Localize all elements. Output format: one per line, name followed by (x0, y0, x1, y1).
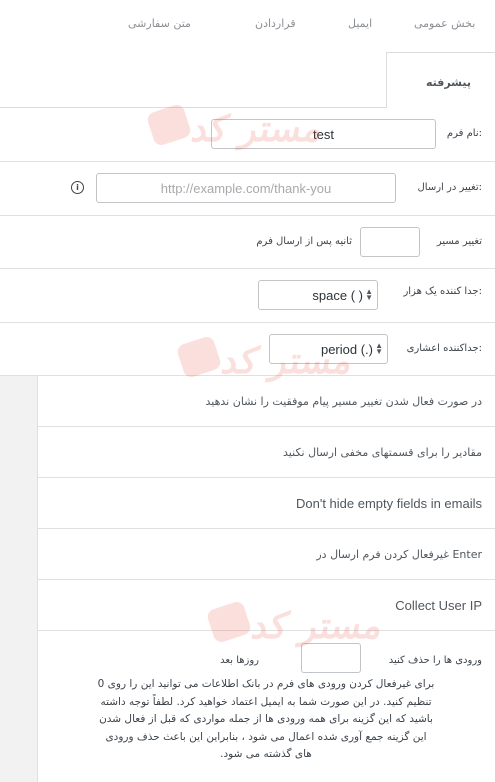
toggle-row-empty-fields[interactable]: Don't hide empty fields in emails (38, 478, 495, 529)
redirect-url-label: تغییر در ارسال: (417, 182, 482, 193)
delete-entries-label: ورودی ها را حذف کنید (388, 655, 482, 666)
tab-contracts[interactable]: قراردادن (255, 17, 296, 30)
decimal-separator-row: جداکننده اعشاری: period (.) ▲ ▼ (0, 323, 495, 376)
toggle-row-hidden-fields[interactable]: مقادیر را برای قسمتهای مخفی ارسال نکنید (38, 427, 495, 478)
toggle-label-empty-fields: Don't hide empty fields in emails (295, 496, 482, 511)
help-line: باشید که این گزینه برای همه ورودی ها از … (99, 713, 433, 725)
help-line: های گذشته می شود. (220, 748, 312, 760)
delete-entries-days-input[interactable] (301, 643, 361, 673)
toggle-row-enter-submit[interactable]: غیرفعال کردن فرم ارسال در Enter (38, 529, 495, 580)
help-line: تنظیم کنید. در این صورت شما به ایمیل اعت… (100, 695, 432, 708)
form-name-label: نام فرم: (446, 128, 482, 139)
help-line: برای غیرفعال کردن ورودی های فرم در بانک … (97, 678, 435, 690)
delete-entries-help: برای غیرفعال کردن ورودی های فرم در بانک … (46, 676, 486, 764)
toggle-row-hide-success[interactable]: در صورت فعال شدن تغییر مسیر پیام موفقیت … (38, 376, 495, 427)
tab-advanced-label: پیشرفته (425, 76, 471, 89)
tab-bar: متن سفارشی قراردادن ایمیل بخش عمومی (0, 0, 495, 50)
tab-advanced[interactable]: پیشرفته (386, 52, 495, 108)
form-name-input[interactable] (211, 119, 436, 149)
toggle-label-collect-ip: Collect User IP (395, 598, 482, 613)
redirect-delay-row: تغییر مسیر ثانیه پس از ارسال فرم (0, 216, 495, 269)
info-icon[interactable]: i (71, 181, 84, 194)
tab-custom-text[interactable]: متن سفارشی (128, 17, 191, 30)
tab-general[interactable]: بخش عمومی (414, 17, 475, 30)
select-arrows-icon: ▲ ▼ (375, 341, 383, 356)
redirect-delay-suffix: ثانیه پس از ارسال فرم (256, 236, 352, 247)
form-name-row: نام فرم: (0, 108, 495, 162)
delete-entries-suffix: روزها بعد (220, 655, 259, 666)
toggle-row-collect-ip[interactable]: Collect User IP (38, 580, 495, 631)
thousand-separator-label: جدا کننده یک هزار: (403, 286, 482, 297)
thousand-separator-value: space ( ) (312, 288, 363, 303)
decimal-separator-select[interactable]: period (.) ▲ ▼ (269, 334, 388, 364)
decimal-separator-label: جداکننده اعشاری: (406, 343, 482, 354)
decimal-separator-value: period (.) (320, 342, 373, 357)
redirect-url-input[interactable] (96, 173, 396, 203)
help-line: این گزینه جمع آوری شده اعمال می شود ، بن… (105, 730, 427, 743)
select-arrows-icon: ▲ ▼ (365, 287, 373, 302)
tab-email[interactable]: ایمیل (348, 17, 372, 30)
thousand-separator-select[interactable]: space ( ) ▲ ▼ (258, 280, 378, 310)
toggle-label-hide-success: در صورت فعال شدن تغییر مسیر پیام موفقیت … (205, 395, 482, 408)
thousand-separator-row: جدا کننده یک هزار: space ( ) ▲ ▼ (0, 269, 495, 323)
redirect-delay-label: تغییر مسیر (436, 236, 482, 247)
redirect-delay-input[interactable] (360, 227, 420, 257)
toggle-label-hidden-fields: مقادیر را برای قسمتهای مخفی ارسال نکنید (283, 446, 482, 459)
redirect-url-row: تغییر در ارسال: i (0, 162, 495, 216)
toggle-label-enter-submit: غیرفعال کردن فرم ارسال در Enter (316, 548, 482, 561)
toggle-column (0, 376, 38, 782)
